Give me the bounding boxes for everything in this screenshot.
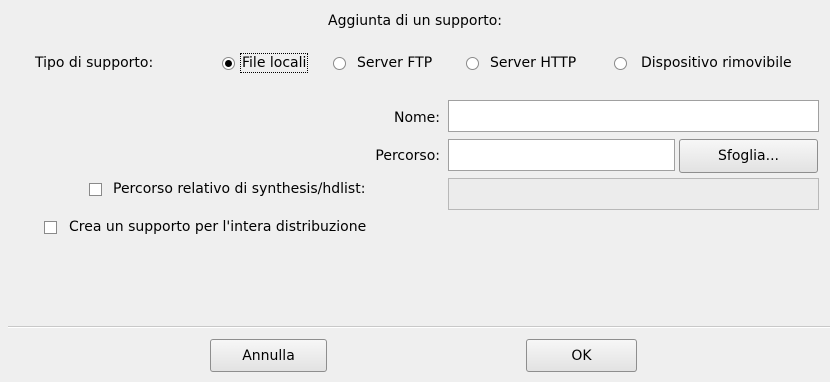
radio-label-dispositivo-rimovibile[interactable]: Dispositivo rimovibile — [641, 55, 792, 71]
radio-server-http[interactable] — [466, 57, 479, 70]
radio-label-server-http[interactable]: Server HTTP — [490, 55, 576, 71]
radio-dispositivo-rimovibile[interactable] — [614, 57, 627, 70]
cancel-button[interactable]: Annulla — [210, 339, 327, 372]
ok-button-label: OK — [571, 347, 592, 364]
relative-path-input[interactable] — [448, 178, 819, 210]
distribution-label[interactable]: Crea un supporto per l'intera distribuzi… — [69, 219, 366, 235]
radio-label-server-ftp[interactable]: Server FTP — [357, 55, 432, 71]
relative-path-label[interactable]: Percorso relativo di synthesis/hdlist: — [113, 181, 365, 197]
separator — [8, 326, 830, 328]
dialog-title: Aggiunta di un supporto: — [328, 13, 502, 29]
name-label: Nome: — [393, 110, 440, 126]
browse-button-label: Sfoglia... — [718, 148, 779, 164]
browse-button[interactable]: Sfoglia... — [679, 139, 818, 173]
cancel-button-label: Annulla — [242, 347, 295, 364]
media-type-label: Tipo di supporto: — [35, 55, 154, 71]
path-label: Percorso: — [375, 148, 440, 164]
distribution-checkbox[interactable] — [44, 221, 57, 234]
path-input[interactable] — [448, 139, 675, 171]
ok-button[interactable]: OK — [526, 339, 637, 372]
radio-server-ftp[interactable] — [333, 57, 346, 70]
relative-path-checkbox[interactable] — [89, 183, 102, 196]
radio-label-file-locali[interactable]: File locali — [239, 53, 309, 73]
radio-file-locali[interactable] — [222, 57, 235, 70]
name-input[interactable] — [448, 100, 819, 132]
